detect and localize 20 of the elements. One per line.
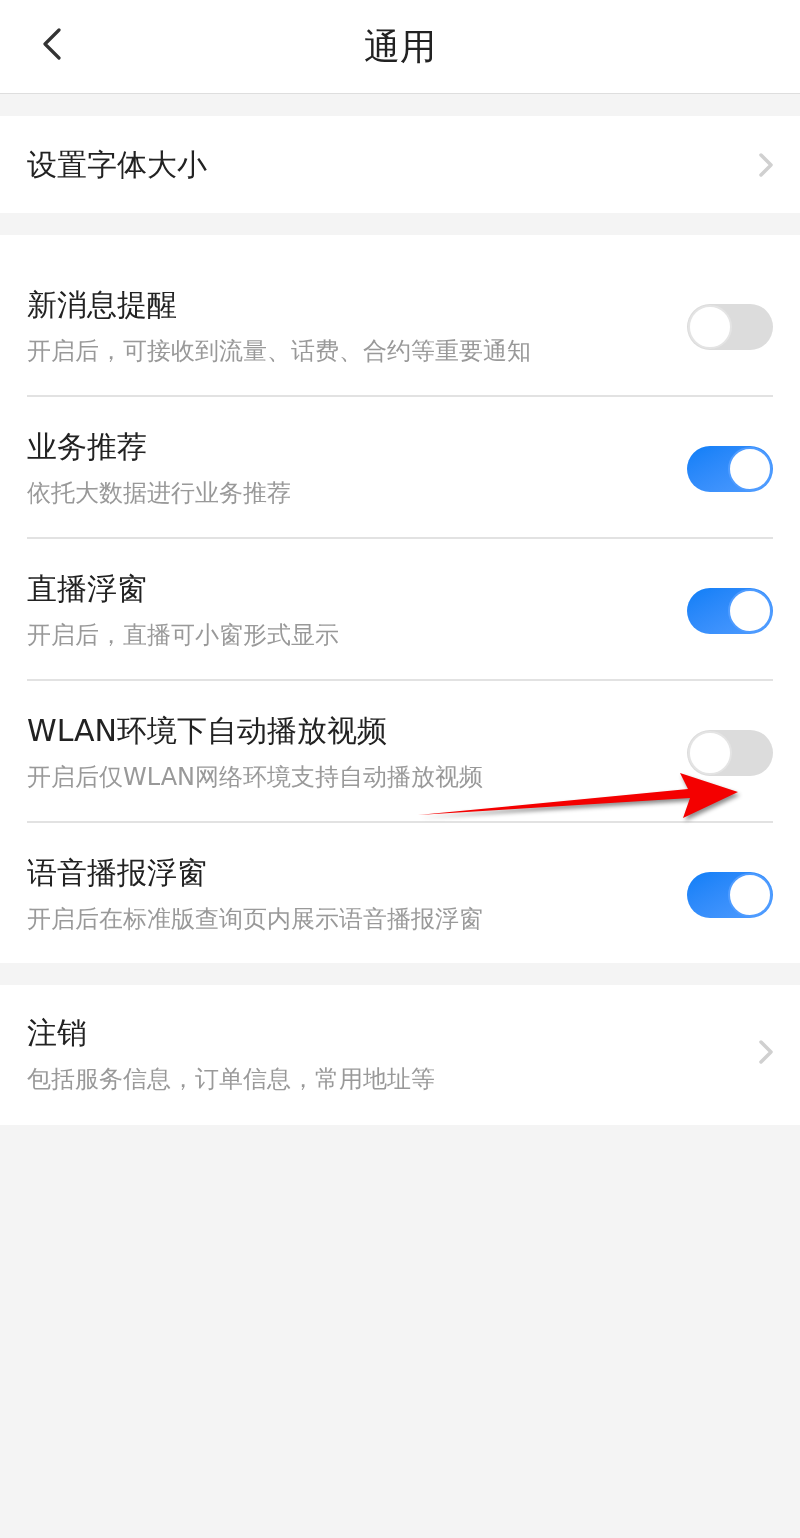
toggle-switch[interactable] bbox=[687, 588, 773, 634]
back-icon[interactable] bbox=[41, 28, 61, 60]
setting-title: 设置字体大小 bbox=[27, 146, 207, 183]
toggle-switch[interactable] bbox=[687, 304, 773, 350]
setting-description: 开启后在标准版查询页内展示语音播报浮窗 bbox=[27, 904, 483, 935]
setting-description: 开启后仅WLAN网络环境支持自动播放视频 bbox=[27, 762, 484, 793]
toggle-switch[interactable] bbox=[687, 730, 773, 776]
setting-title: 业务推荐 bbox=[27, 429, 147, 465]
setting-description: 依托大数据进行业务推荐 bbox=[27, 478, 291, 509]
setting-description: 包括服务信息，订单信息，常用地址等 bbox=[27, 1064, 435, 1095]
setting-title: 直播浮窗 bbox=[27, 571, 147, 607]
page-title: 通用 bbox=[364, 24, 436, 69]
toggle-switch[interactable] bbox=[687, 446, 773, 492]
toggle-switch[interactable] bbox=[687, 872, 773, 918]
setting-description: 开启后，直播可小窗形式显示 bbox=[27, 620, 339, 651]
setting-title: 新消息提醒 bbox=[27, 287, 177, 323]
setting-description: 开启后，可接收到流量、话费、合约等重要通知 bbox=[27, 336, 531, 367]
setting-title: WLAN环境下自动播放视频 bbox=[27, 713, 388, 749]
setting-title: 语音播报浮窗 bbox=[27, 855, 207, 891]
setting-title: 注销 bbox=[27, 1015, 87, 1051]
